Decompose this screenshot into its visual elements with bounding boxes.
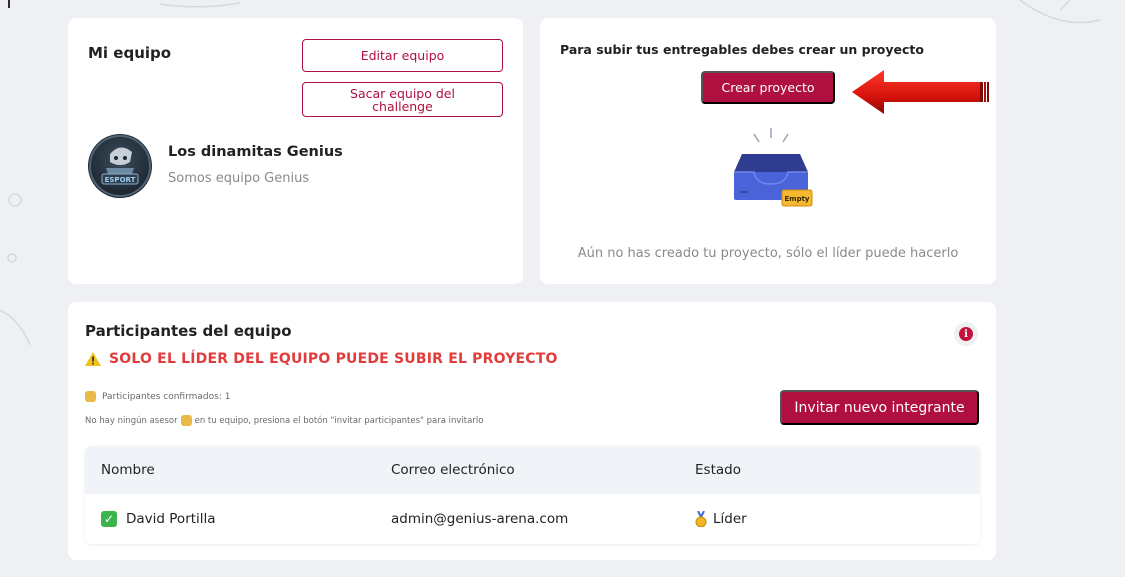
svg-text:Empty: Empty [785, 195, 810, 203]
warning-text: SOLO EL LÍDER DEL EQUIPO PUEDE SUBIR EL … [109, 351, 558, 367]
no-advisor-text-start: No hay ningún asesor [85, 415, 178, 426]
project-card: Para subir tus entregables debes crear u… [540, 18, 996, 284]
check-icon: ✓ [101, 511, 117, 527]
empty-project-message: Aún no has creado tu proyecto, sólo el l… [577, 246, 959, 261]
table-row[interactable]: ✓ David Portilla admin@genius-arena.com … [85, 494, 980, 544]
confirmed-participants: Participantes confirmados: 1 [85, 391, 230, 402]
no-advisor-notice: No hay ningún asesor en tu equipo, presi… [85, 415, 483, 426]
participant-name: David Portilla [126, 511, 216, 527]
participants-table: Nombre Correo electrónico Estado ✓ David… [85, 446, 980, 544]
create-project-button[interactable]: Crear proyecto [701, 71, 835, 104]
arrow-icon [852, 70, 989, 114]
remove-team-from-challenge-button[interactable]: Sacar equipo del challenge [302, 82, 503, 117]
svg-text:ESPORT: ESPORT [105, 176, 136, 184]
info-icon[interactable]: i [954, 322, 978, 346]
no-advisor-text-end: en tu equipo, presiona el botón "invitar… [194, 415, 484, 426]
leader-only-warning: SOLO EL LÍDER DEL EQUIPO PUEDE SUBIR EL … [85, 351, 558, 367]
team-card: Mi equipo Editar equipo Sacar equipo del… [68, 18, 523, 284]
participants-title: Participantes del equipo [85, 322, 292, 340]
header-email: Correo electrónico [391, 462, 515, 478]
participants-card: Participantes del equipo i SOLO EL LÍDER… [68, 302, 996, 560]
team-card-title: Mi equipo [88, 44, 172, 62]
advisor-emoji-icon [180, 415, 192, 426]
esport-logo-icon: ESPORT [89, 135, 151, 197]
warning-icon [85, 352, 101, 366]
header-name: Nombre [101, 462, 155, 478]
medal-icon [695, 511, 707, 527]
participant-status: Líder [713, 511, 747, 527]
team-name: Los dinamitas Genius [168, 144, 343, 160]
team-avatar: ESPORT [88, 134, 152, 198]
smile-emoji-icon [85, 391, 96, 402]
table-header: Nombre Correo electrónico Estado [85, 446, 980, 494]
confirmed-text: Participantes confirmados: 1 [102, 391, 231, 402]
project-card-title: Para subir tus entregables debes crear u… [560, 42, 924, 57]
cell-name: ✓ David Portilla [101, 511, 216, 527]
empty-inbox-icon: Empty [734, 128, 813, 207]
invite-member-button[interactable]: Invitar nuevo integrante [780, 390, 979, 425]
header-status: Estado [695, 462, 741, 478]
edit-team-button[interactable]: Editar equipo [302, 39, 503, 72]
participant-email: admin@genius-arena.com [391, 511, 569, 527]
team-description: Somos equipo Genius [168, 171, 310, 186]
cell-status: Líder [695, 511, 747, 527]
